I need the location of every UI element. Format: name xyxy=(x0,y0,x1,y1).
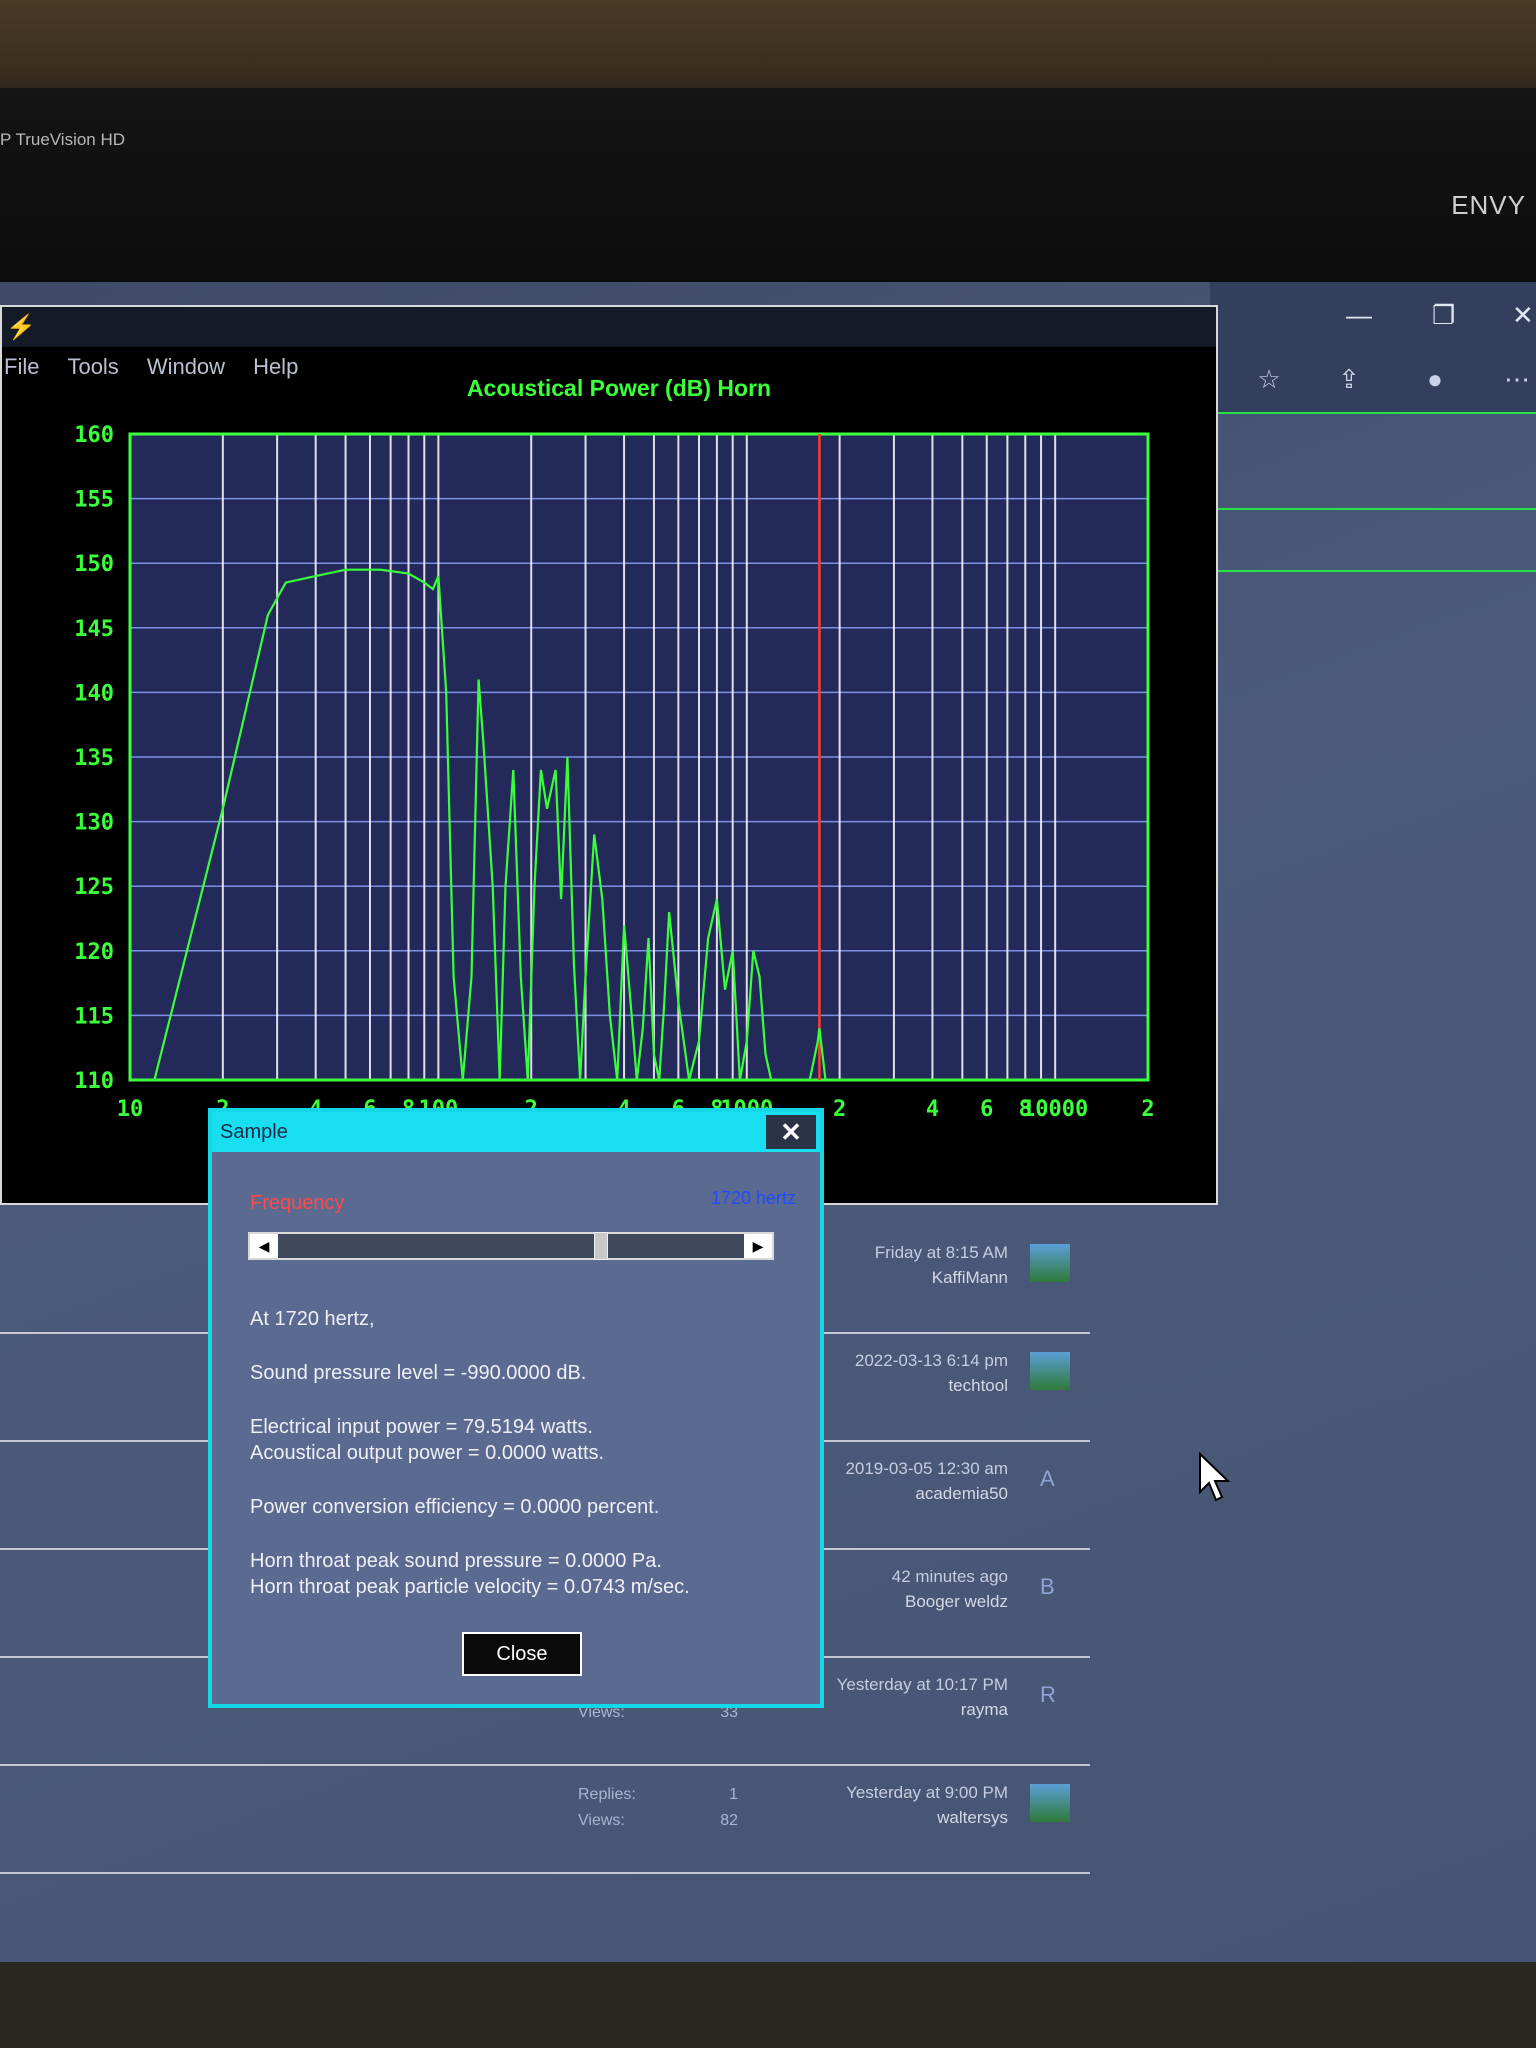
slider-thumb[interactable] xyxy=(594,1232,609,1260)
throat-particle-velocity: Horn throat peak particle velocity = 0.0… xyxy=(250,1576,690,1598)
last-post-time[interactable]: Yesterday at 10:17 PM xyxy=(837,1672,1008,1697)
thread-last-post: Yesterday at 9:00 PM waltersys xyxy=(846,1780,1008,1830)
x-tick-label: 4 xyxy=(926,1097,939,1122)
x-tick-label: 10 xyxy=(117,1097,144,1122)
acoustical-output-power: Acoustical output power = 0.0000 watts. xyxy=(250,1442,605,1464)
thread-last-post: Friday at 8:15 AM KaffiMann xyxy=(875,1240,1008,1290)
frequency-value: 1720 hertz xyxy=(710,1188,796,1208)
thread-row-divider xyxy=(0,1872,1090,1874)
y-tick-label: 135 xyxy=(74,746,114,771)
minimize-button[interactable]: — xyxy=(1346,300,1372,331)
y-tick-label: 125 xyxy=(74,875,114,900)
stat-value: 82 xyxy=(720,1812,738,1829)
user-avatar-letter[interactable]: R xyxy=(1040,1682,1056,1708)
mouse-cursor-icon xyxy=(1198,1451,1238,1509)
x-tick-label: 2 xyxy=(1141,1097,1154,1122)
y-tick-label: 120 xyxy=(74,940,114,965)
profile-icon[interactable]: ● xyxy=(1418,362,1452,396)
slider-right-arrow-icon[interactable]: ▶ xyxy=(744,1234,772,1258)
dialog-title: Sample xyxy=(220,1121,288,1143)
camera-label: P TrueVision HD xyxy=(0,130,126,149)
y-tick-label: 150 xyxy=(74,552,114,577)
electrical-input-power: Electrical input power = 79.5194 watts. xyxy=(250,1416,593,1438)
last-post-time[interactable]: 2019-03-05 12:30 am xyxy=(845,1456,1008,1481)
last-post-time[interactable]: Friday at 8:15 AM xyxy=(875,1240,1008,1265)
more-icon[interactable]: ⋯ xyxy=(1500,362,1534,396)
last-post-user[interactable]: techtool xyxy=(855,1373,1008,1398)
y-tick-label: 130 xyxy=(74,811,114,836)
last-post-user[interactable]: waltersys xyxy=(846,1805,1008,1830)
y-tick-label: 160 xyxy=(74,423,114,448)
brand-label: ENVY xyxy=(1451,190,1526,220)
user-avatar[interactable] xyxy=(1030,1784,1070,1822)
close-button[interactable]: Close xyxy=(462,1632,582,1676)
throat-peak-pressure: Horn throat peak sound pressure = 0.0000… xyxy=(250,1550,662,1572)
sample-dialog: Sample ✕ Frequency 1720 hertz ◀ ▶ At 172… xyxy=(208,1108,824,1708)
app-logo-icon: ⚡ xyxy=(6,314,36,341)
app-titlebar: ⚡ xyxy=(2,307,1216,347)
stat-label: Replies: xyxy=(578,1786,636,1803)
last-post-time[interactable]: 2022-03-13 6:14 pm xyxy=(855,1348,1008,1373)
frequency-label: Frequency xyxy=(250,1192,345,1214)
chart-title: Acoustical Power (dB) Horn xyxy=(467,375,771,401)
y-tick-label: 140 xyxy=(74,681,114,706)
sound-pressure-level: Sound pressure level = -990.0000 dB. xyxy=(250,1362,587,1384)
dialog-close-icon[interactable]: ✕ xyxy=(766,1115,816,1149)
dialog-titlebar: Sample ✕ xyxy=(212,1112,820,1152)
y-tick-label: 110 xyxy=(74,1069,114,1094)
restore-button[interactable]: ❐ xyxy=(1432,300,1455,331)
user-avatar-letter[interactable]: B xyxy=(1040,1574,1055,1600)
last-post-user[interactable]: Booger weldz xyxy=(892,1589,1008,1614)
monitor-bezel-top xyxy=(0,88,1536,288)
x-tick-label: 2 xyxy=(833,1097,846,1122)
last-post-time[interactable]: Yesterday at 9:00 PM xyxy=(846,1780,1008,1805)
accent-line xyxy=(1212,412,1536,414)
window-close-button[interactable]: ✕ xyxy=(1512,300,1534,331)
y-tick-label: 115 xyxy=(74,1004,114,1029)
y-tick-label: 155 xyxy=(74,488,114,513)
y-tick-label: 145 xyxy=(74,617,114,642)
horn-app-window: ⚡ File Tools Window Help 160 155 150 145 140… xyxy=(0,305,1218,1205)
user-avatar-letter[interactable]: A xyxy=(1040,1466,1055,1492)
acoustical-power-chart: 16015515014514013513012512011511010 2 4 6 81… xyxy=(74,375,1154,1122)
result-heading: At 1720 hertz, xyxy=(250,1308,375,1330)
thread-stats: Replies: 1 Views: 82 xyxy=(578,1782,738,1834)
thread-last-post: 2019-03-05 12:30 am academia50 xyxy=(845,1456,1008,1506)
last-post-time[interactable]: 42 minutes ago xyxy=(892,1564,1008,1589)
user-avatar[interactable] xyxy=(1030,1352,1070,1390)
slider-left-arrow-icon[interactable]: ◀ xyxy=(250,1234,278,1258)
thread-last-post: 2022-03-13 6:14 pm techtool xyxy=(855,1348,1008,1398)
favorites-icon[interactable]: ☆ xyxy=(1252,362,1286,396)
power-conversion-efficiency: Power conversion efficiency = 0.0000 per… xyxy=(250,1496,660,1518)
last-post-user[interactable]: rayma xyxy=(837,1697,1008,1722)
x-tick-label: 10000 xyxy=(1022,1097,1088,1122)
thread-last-post: 42 minutes ago Booger weldz xyxy=(892,1564,1008,1614)
last-post-user[interactable]: KaffiMann xyxy=(875,1265,1008,1290)
stat-value: 1 xyxy=(729,1786,738,1803)
x-tick-label: 6 xyxy=(980,1097,993,1122)
user-avatar[interactable] xyxy=(1030,1244,1070,1282)
thread-last-post: Yesterday at 10:17 PM rayma xyxy=(837,1672,1008,1722)
last-post-user[interactable]: academia50 xyxy=(845,1481,1008,1506)
share-icon[interactable]: ⇪ xyxy=(1332,362,1366,396)
frequency-slider[interactable]: ◀ ▶ xyxy=(248,1232,774,1260)
accent-line xyxy=(1218,508,1536,510)
stat-label: Views: xyxy=(578,1812,625,1829)
accent-line xyxy=(1218,570,1536,572)
thread-row-divider xyxy=(0,1764,1090,1766)
